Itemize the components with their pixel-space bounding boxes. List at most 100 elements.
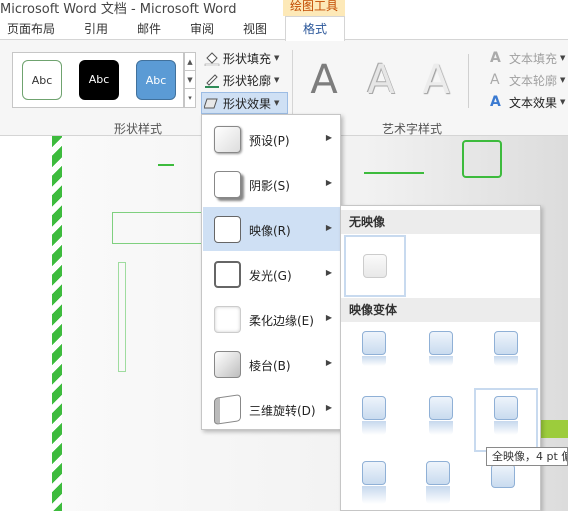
chevron-right-icon: ▶ [325,403,332,412]
menu-item-label: 阴影(S) [249,179,290,193]
chevron-down-icon: ▼ [560,76,566,84]
shape-styles-group-label: 形状样式 [114,122,163,136]
ribbon-tab-bar: 页面布局 引用 邮件 审阅 视图 [0,16,568,40]
soft-edges-icon [214,306,241,333]
menu-item-soft-edges[interactable]: 柔化边缘(E) ▶ [203,297,340,341]
reflection-variant-option[interactable] [426,461,450,485]
text-fill-icon: A [490,50,501,66]
tab-review[interactable]: 审阅 [190,20,214,37]
reflection-shadow [429,421,453,435]
reflection-shadow [429,356,453,366]
shape-style-thumb[interactable]: Abc [136,60,176,100]
reflection-shadow [494,421,518,435]
menu-item-reflection[interactable]: 映像(R) ▶ [203,207,340,251]
chevron-down-icon: ▼ [274,76,280,84]
chevron-down-icon: ▼ [274,54,280,62]
menu-item-bevel[interactable]: 棱台(B) ▶ [203,342,340,386]
page-border-stripe [52,136,62,511]
reflection-shadow [362,421,386,435]
text-fill-button[interactable]: A 文本填充 ▼ [490,48,565,68]
menu-item-glow[interactable]: 发光(G) ▶ [203,252,340,296]
shape-style-thumb[interactable]: Abc [79,60,119,100]
tab-references[interactable]: 引用 [84,20,108,37]
text-fill-label: 文本填充 [509,51,558,66]
shape-effects-icon [203,95,220,111]
tab-mailings[interactable]: 邮件 [137,20,161,37]
wordart-style-thumb[interactable]: A [356,54,406,106]
decorative-shape [462,140,502,178]
reflection-icon [214,216,241,243]
menu-item-preset[interactable]: 预设(P) ▶ [203,117,340,161]
shape-effects-label: 形状效果 [223,96,272,111]
shape-outline-label: 形状轮廓 [223,73,272,88]
chevron-right-icon: ▶ [325,358,332,367]
menu-item-label: 棱台(B) [249,359,291,373]
menu-item-label: 三维旋转(D) [249,404,316,418]
window-title: Microsoft Word 文档 - Microsoft Word [0,2,237,17]
reflection-variant-option[interactable] [494,331,518,355]
menu-item-3d-rotation[interactable]: 三维旋转(D) ▶ [203,387,340,431]
text-outline-button[interactable]: A 文本轮廓 ▼ [490,70,565,90]
tab-format[interactable]: 格式 [285,16,345,41]
paint-bucket-icon [204,50,220,67]
wordart-gallery-scroll[interactable] [468,54,478,108]
shape-outline-button[interactable]: 形状轮廓 ▼ [204,70,279,90]
no-reflection-header: 无映像 [341,210,540,234]
menu-item-label: 预设(P) [249,134,290,148]
no-reflection-swatch [363,254,387,278]
shape-fill-button[interactable]: 形状填充 ▼ [204,48,279,68]
text-effects-button[interactable]: A 文本效果 ▼ [490,92,565,112]
no-reflection-option[interactable] [344,235,406,297]
glow-icon [214,261,241,288]
reflection-variant-option[interactable] [429,396,453,420]
drawing-tools-context-header: 绘图工具 [283,0,345,16]
shape-styles-gallery[interactable]: Abc Abc Abc [12,52,184,108]
reflection-variant-option[interactable] [429,331,453,355]
gallery-more-icon[interactable]: ▾ [185,89,195,107]
chevron-down-icon: ▼ [274,99,280,107]
decorative-shape [158,136,174,166]
menu-item-label: 发光(G) [249,269,292,283]
chevron-down-icon: ▼ [560,98,566,106]
pencil-icon [204,72,220,88]
preset-icon [214,126,241,153]
reflection-shadow [362,486,386,504]
menu-item-label: 柔化边缘(E) [249,314,314,328]
tab-view[interactable]: 视图 [243,20,267,37]
gallery-scroll-down-icon[interactable]: ▼ [185,71,195,89]
decorative-shape [364,136,424,174]
tab-page-layout[interactable]: 页面布局 [7,20,55,37]
reflection-variant-option[interactable] [491,464,515,488]
reflection-variant-option[interactable] [362,461,386,485]
bevel-icon [214,351,241,378]
menu-item-shadow[interactable]: 阴影(S) ▶ [203,162,340,206]
text-effects-icon: A [490,94,501,110]
chevron-down-icon: ▼ [560,54,566,62]
reflection-variant-option[interactable] [362,331,386,355]
chevron-right-icon: ▶ [325,223,332,232]
gallery-scroll-buttons: ▲ ▼ ▾ [184,52,196,108]
shape-effects-button[interactable]: 形状效果 ▼ [201,92,288,114]
shape-fill-label: 形状填充 [223,51,272,66]
chevron-right-icon: ▶ [325,133,332,142]
reflection-shadow [426,486,450,504]
reflection-shadow [362,356,386,366]
title-bar: Microsoft Word 文档 - Microsoft Word 绘图工具 [0,0,568,17]
menu-item-label: 映像(R) [249,224,291,238]
reflection-variant-option[interactable] [494,396,518,420]
document-margin [0,136,52,511]
shape-effects-menu: 预设(P) ▶ 阴影(S) ▶ 映像(R) ▶ 发光(G) ▶ 柔化边缘(E) … [201,114,341,430]
chevron-right-icon: ▶ [325,178,332,187]
text-outline-label: 文本轮廓 [509,73,558,88]
text-outline-icon: A [490,72,500,88]
chevron-right-icon: ▶ [325,313,332,322]
reflection-variant-option[interactable] [362,396,386,420]
shape-style-thumb[interactable]: Abc [22,60,62,100]
wordart-style-thumb[interactable]: A [411,54,461,106]
shadow-icon [214,171,241,198]
wordart-style-thumb[interactable]: A [299,54,349,106]
reflection-variants-header: 映像变体 [341,298,540,322]
gallery-scroll-up-icon[interactable]: ▲ [185,53,195,71]
reflection-shadow [494,356,518,366]
decorative-shape [112,212,204,244]
